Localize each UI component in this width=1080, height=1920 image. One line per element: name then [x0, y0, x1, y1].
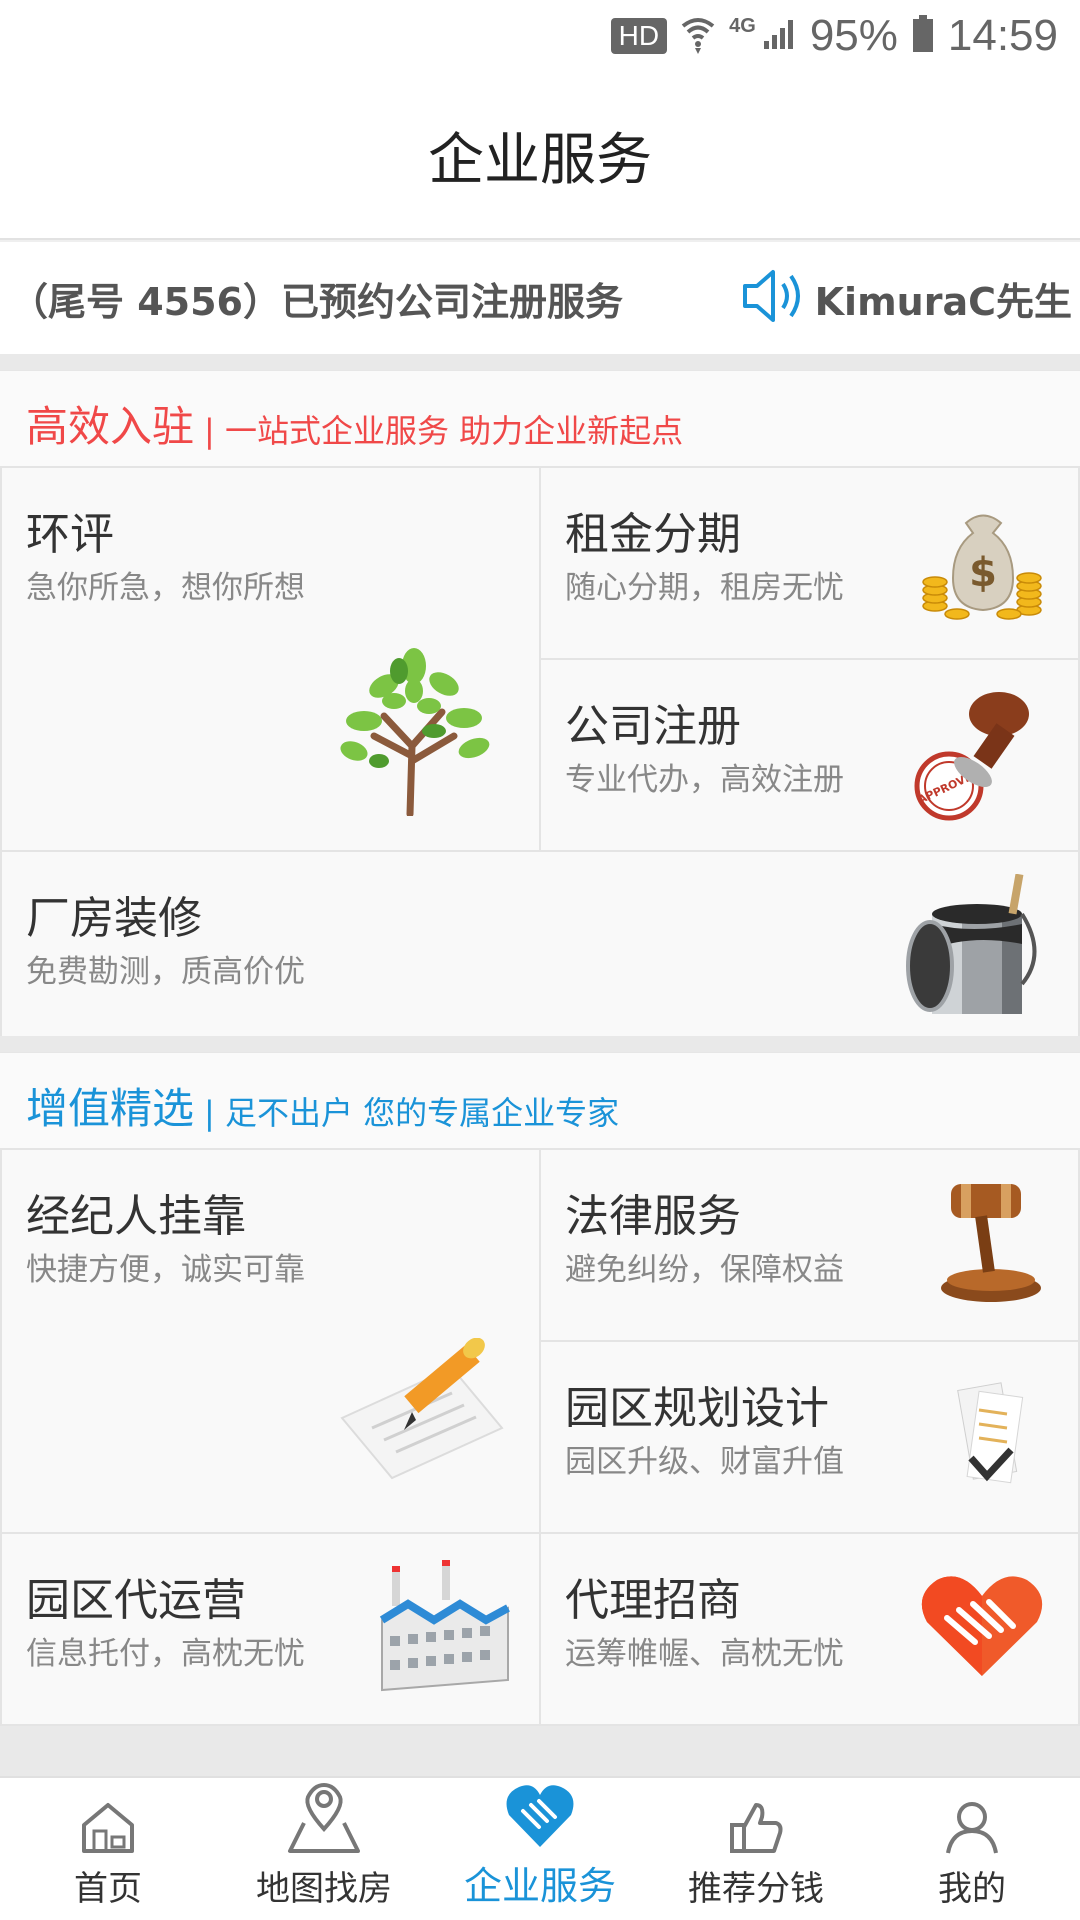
tab-label: 首页 [74, 1869, 142, 1909]
status-bar: HD 4G 95% 14:59 [0, 0, 1080, 72]
section-header: 高效入驻 | 一站式企业服务 助力企业新起点 [0, 370, 1080, 466]
user-icon [946, 1802, 998, 1854]
gavel-icon [941, 1184, 1041, 1302]
service-broker-affiliation[interactable]: 经纪人挂靠 快捷方便，诚实可靠 [0, 1148, 541, 1534]
tab-referral[interactable]: 推荐分钱 [648, 1778, 864, 1920]
signal-icon [762, 17, 796, 55]
battery-icon [912, 15, 934, 57]
service-subtitle: 随心分期，租房无忧 [565, 570, 844, 606]
tab-label: 企业服务 [463, 1864, 616, 1908]
service-factory-renovation[interactable]: 厂房装修 免费勘测，质高价优 [0, 850, 1080, 1046]
service-environmental-assessment[interactable]: 环评 急你所急，想你所想 [0, 466, 541, 852]
service-subtitle: 避免纠纷，保障权益 [565, 1252, 844, 1288]
service-title: 租金分期 [565, 509, 741, 560]
tab-label: 地图找房 [256, 1869, 392, 1909]
service-investment-agency[interactable]: 代理招商 运筹帷幄、高枕无忧 [539, 1532, 1080, 1726]
blueprint-icon [957, 1382, 1024, 1484]
tab-label: 推荐分钱 [688, 1869, 824, 1909]
service-park-operation[interactable]: 园区代运营 信息托付，高枕无忧 [0, 1532, 541, 1726]
service-title: 园区代运营 [26, 1575, 246, 1626]
home-icon [82, 1803, 134, 1853]
divider [0, 354, 1080, 370]
tab-mine[interactable]: 我的 [864, 1778, 1080, 1920]
factory-icon [379, 1560, 510, 1692]
section-efficient-entry: 高效入驻 | 一站式企业服务 助力企业新起点 环评 急你所急，想你所想 租金分期 [0, 370, 1080, 1046]
tab-home[interactable]: 首页 [0, 1778, 216, 1920]
pencil-paper-icon [340, 1338, 504, 1480]
service-title: 环评 [26, 509, 114, 560]
map-pin-icon [288, 1783, 360, 1853]
service-subtitle: 快捷方便，诚实可靠 [26, 1252, 305, 1288]
service-subtitle: 园区升级、财富升值 [565, 1444, 844, 1480]
section-subtitle: | 一站式企业服务 助力企业新起点 [204, 412, 684, 450]
service-title: 代理招商 [565, 1575, 741, 1626]
notice-bar[interactable]: （尾号 4556）已预约公司注册服务 KimuraC先生 [0, 242, 1080, 354]
service-legal[interactable]: 法律服务 避免纠纷，保障权益 [539, 1148, 1080, 1342]
section-title: 高效入驻 [26, 402, 195, 451]
section-header: 增值精选 | 足不出户 您的专属企业专家 [0, 1052, 1080, 1148]
section-title: 增值精选 [26, 1084, 195, 1133]
tab-label: 我的 [938, 1869, 1006, 1909]
section-subtitle: | 足不出户 您的专属企业专家 [204, 1094, 620, 1132]
notice-user: KimuraC先生 [814, 279, 1072, 324]
title-bar: 企业服务 [0, 72, 1080, 240]
service-company-registration[interactable]: 公司注册 专业代办，高效注册 APPROVED [539, 658, 1080, 852]
clock: 14:59 [947, 11, 1058, 60]
section-value-added: 增值精选 | 足不出户 您的专属企业专家 经纪人挂靠 快捷方便，诚实可靠 法律服… [0, 1052, 1080, 1726]
handshake-heart-icon [506, 1785, 574, 1847]
paint-bucket-icon [906, 874, 1037, 1014]
battery-percent: 95% [809, 11, 898, 60]
service-park-planning[interactable]: 园区规划设计 园区升级、财富升值 [539, 1340, 1080, 1534]
thumbs-up-icon [730, 1803, 783, 1853]
network-type: 4G [729, 14, 756, 37]
divider [0, 1036, 1080, 1052]
service-subtitle: 运筹帷幄、高枕无忧 [565, 1636, 844, 1672]
hd-badge: HD [610, 18, 668, 54]
service-title: 厂房装修 [26, 893, 202, 944]
service-title: 经纪人挂靠 [26, 1191, 246, 1242]
bottom-nav: 首页 地图找房 企业服务 推荐分钱 我的 [0, 1776, 1080, 1920]
stamp-icon: APPROVED [914, 692, 1029, 821]
notice-text: （尾号 4556）已预约公司注册服务 [10, 279, 623, 324]
bottom-spacer [0, 1726, 1080, 1776]
money-bag-icon: $ [922, 514, 1042, 620]
service-title: 园区规划设计 [565, 1383, 829, 1434]
heart-handshake-icon [921, 1576, 1043, 1676]
service-title: 公司注册 [565, 701, 741, 752]
service-subtitle: 专业代办，高效注册 [565, 762, 844, 798]
service-rent-installment[interactable]: 租金分期 随心分期，租房无忧 $ [539, 466, 1080, 660]
service-subtitle: 信息托付，高枕无忧 [26, 1636, 305, 1672]
tree-icon [340, 648, 490, 816]
tab-map-search[interactable]: 地图找房 [216, 1778, 432, 1920]
page-title: 企业服务 [428, 127, 652, 193]
wifi-icon [681, 14, 715, 58]
service-subtitle: 急你所急，想你所想 [26, 570, 305, 606]
svg-text:$: $ [969, 550, 997, 596]
tab-enterprise-services[interactable]: 企业服务 [432, 1778, 648, 1920]
service-title: 法律服务 [565, 1191, 741, 1242]
speaker-icon [741, 264, 809, 332]
notice-user-group: KimuraC先生 [741, 242, 1072, 354]
service-subtitle: 免费勘测，质高价优 [26, 954, 305, 990]
